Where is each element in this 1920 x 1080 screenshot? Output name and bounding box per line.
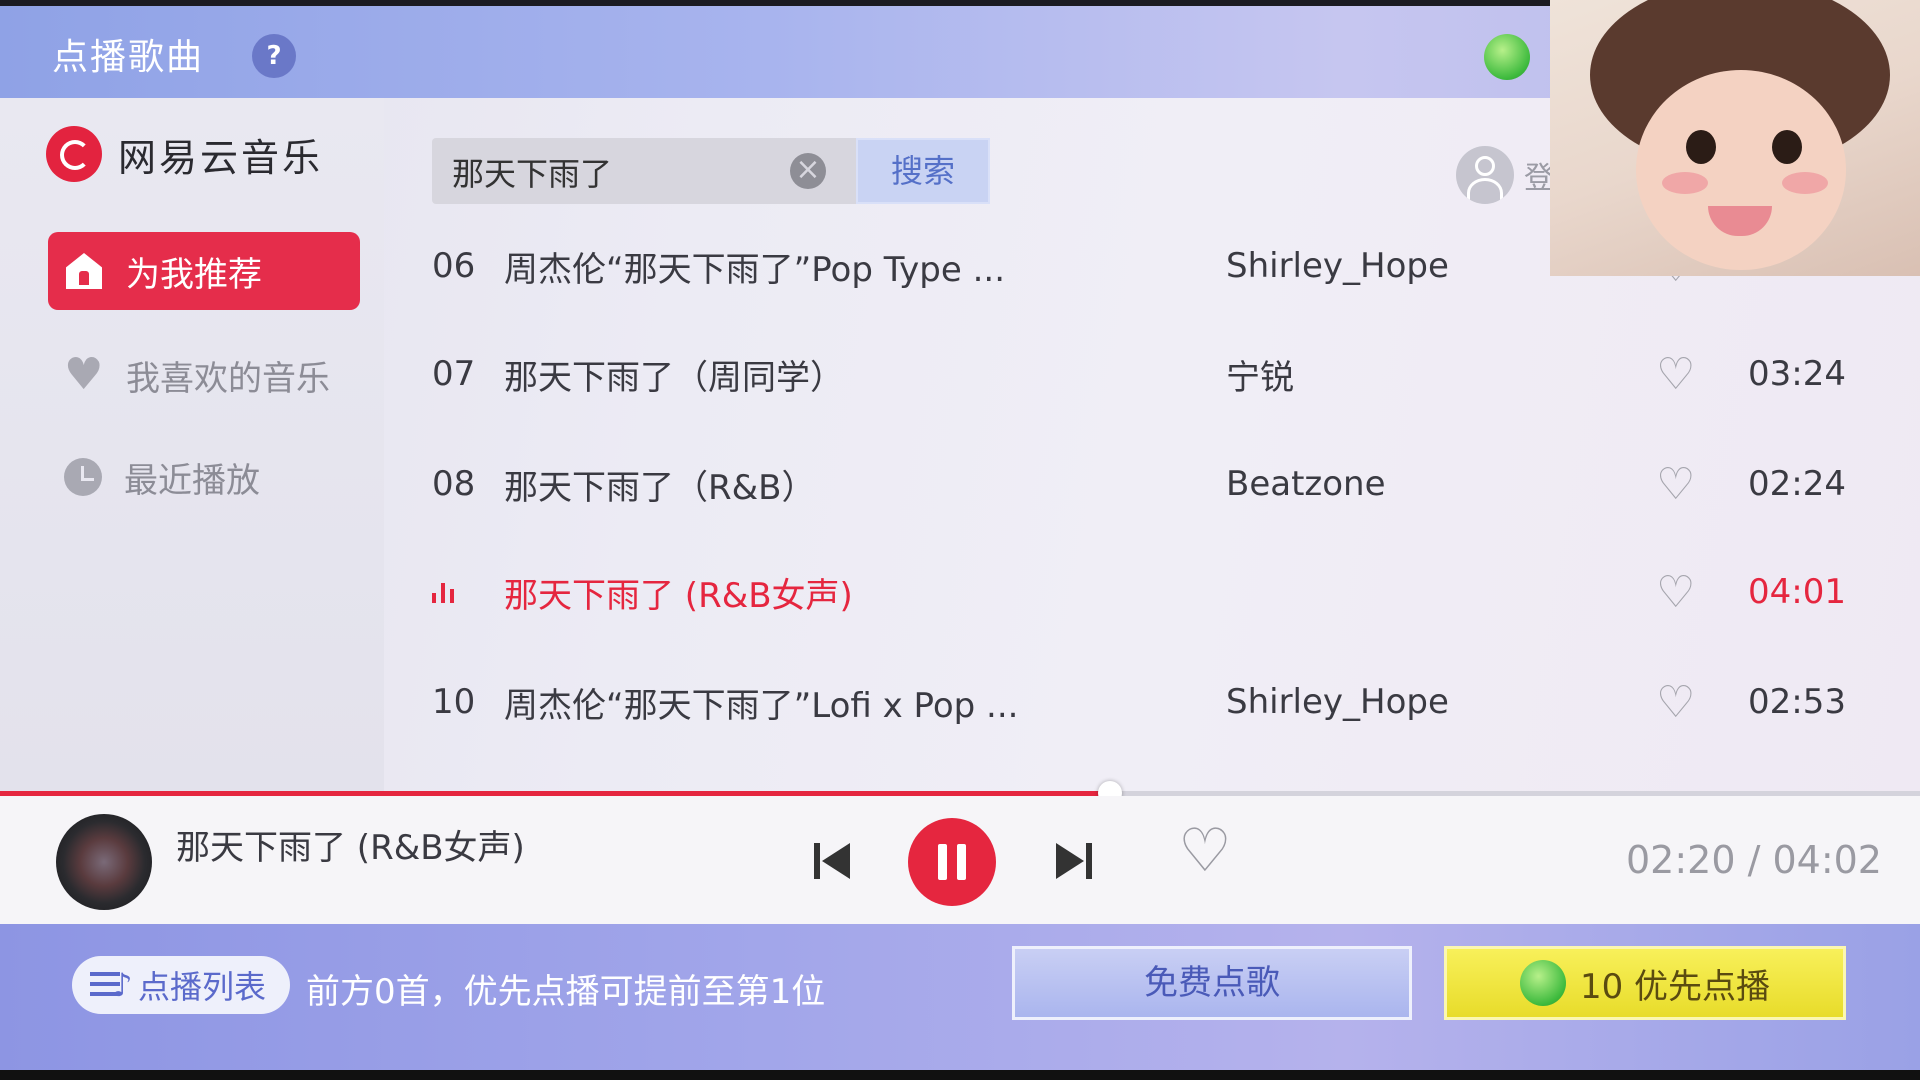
free-request-button[interactable]: 免费点歌 [1012, 946, 1412, 1020]
heart-outline-icon[interactable]: ♡ [1656, 349, 1736, 400]
heart-outline-icon[interactable]: ♡ [1656, 677, 1736, 728]
now-playing-title: 那天下雨了 (R&B女声) [176, 828, 525, 868]
clock-icon [64, 458, 102, 496]
song-row[interactable]: 10 周杰伦“那天下雨了”Lofi x Pop ... Shirley_Hope… [432, 648, 1852, 756]
help-icon[interactable]: ? [252, 34, 296, 78]
priority-request-button[interactable]: 10 优先点播 [1444, 946, 1846, 1020]
heart-icon [64, 349, 104, 400]
queue-button[interactable]: 点播列表 [72, 956, 290, 1014]
song-title: 那天下雨了（周同学） [504, 357, 844, 398]
sidebar-item-label: 我喜欢的音乐 [126, 358, 330, 399]
brand-name: 网易云音乐 [118, 135, 324, 180]
album-disc-icon [56, 814, 152, 910]
camera-preview [1550, 0, 1920, 276]
playlist-icon [90, 966, 134, 1004]
home-icon [64, 251, 104, 291]
song-title: 周杰伦“那天下雨了”Lofi x Pop ... [504, 685, 1019, 726]
song-number: 07 [432, 354, 476, 394]
song-duration: 03:24 [1748, 354, 1846, 394]
song-number: 08 [432, 464, 476, 504]
coin-icon [1519, 960, 1566, 1006]
heart-outline-icon[interactable]: ♡ [1178, 816, 1232, 886]
sidebar-item-liked-music[interactable]: 我喜欢的音乐 [48, 336, 360, 414]
bottom-bar: 点播列表 前方0首，优先点播可提前至第1位 免费点歌 10 优先点播 [0, 924, 1920, 1070]
song-artist: Beatzone [1226, 464, 1386, 504]
next-icon[interactable] [1054, 843, 1092, 879]
pause-button[interactable] [908, 818, 996, 906]
queue-label: 点播列表 [138, 968, 267, 1006]
song-row-playing[interactable]: 那天下雨了 (R&B女声) ♡ 04:01 [432, 538, 1852, 646]
sidebar-item-recent[interactable]: 最近播放 [48, 438, 360, 516]
equalizer-icon [432, 581, 504, 603]
song-number [432, 581, 504, 603]
coin-icon [1484, 34, 1530, 80]
song-number: 10 [432, 682, 476, 722]
search-box: × [432, 138, 856, 206]
player-bar: 那天下雨了 (R&B女声) ♡ 02:20 / 04:02 [0, 796, 1920, 924]
heart-outline-icon[interactable]: ♡ [1656, 459, 1736, 510]
queue-info: 前方0首，优先点播可提前至第1位 [306, 972, 826, 1012]
song-duration: 04:01 [1748, 572, 1846, 612]
time-display: 02:20 / 04:02 [1626, 838, 1882, 882]
sidebar-item-recommend[interactable]: 为我推荐 [48, 232, 360, 310]
song-number: 06 [432, 246, 476, 286]
netease-music-logo-icon [46, 126, 102, 182]
priority-label: 10 优先点播 [1579, 966, 1771, 1007]
previous-icon[interactable] [814, 843, 852, 879]
song-artist: Shirley_Hope [1226, 682, 1449, 722]
clear-icon[interactable]: × [790, 153, 826, 189]
song-title: 周杰伦“那天下雨了”Pop Type ... [504, 249, 1006, 290]
search-button[interactable]: 搜索 [856, 138, 990, 204]
login-button[interactable]: 登 [1456, 146, 1554, 204]
avatar-icon [1456, 146, 1514, 204]
song-row[interactable]: 08 那天下雨了（R&B） Beatzone ♡ 02:24 [432, 430, 1852, 538]
song-row[interactable]: 07 那天下雨了（周同学） 宁锐 ♡ 03:24 [432, 320, 1852, 428]
song-title: 那天下雨了 (R&B女声) [504, 575, 853, 616]
sidebar-item-label: 为我推荐 [126, 254, 262, 295]
song-title: 那天下雨了（R&B） [504, 467, 816, 508]
song-duration: 02:53 [1748, 682, 1846, 722]
page-title: 点播歌曲 [52, 37, 205, 78]
brand: 网易云音乐 [46, 124, 323, 184]
song-artist: 宁锐 [1226, 357, 1294, 398]
sidebar-item-label: 最近播放 [124, 460, 260, 501]
heart-outline-icon[interactable]: ♡ [1656, 567, 1736, 618]
song-duration: 02:24 [1748, 464, 1846, 504]
search-input[interactable] [450, 138, 784, 206]
